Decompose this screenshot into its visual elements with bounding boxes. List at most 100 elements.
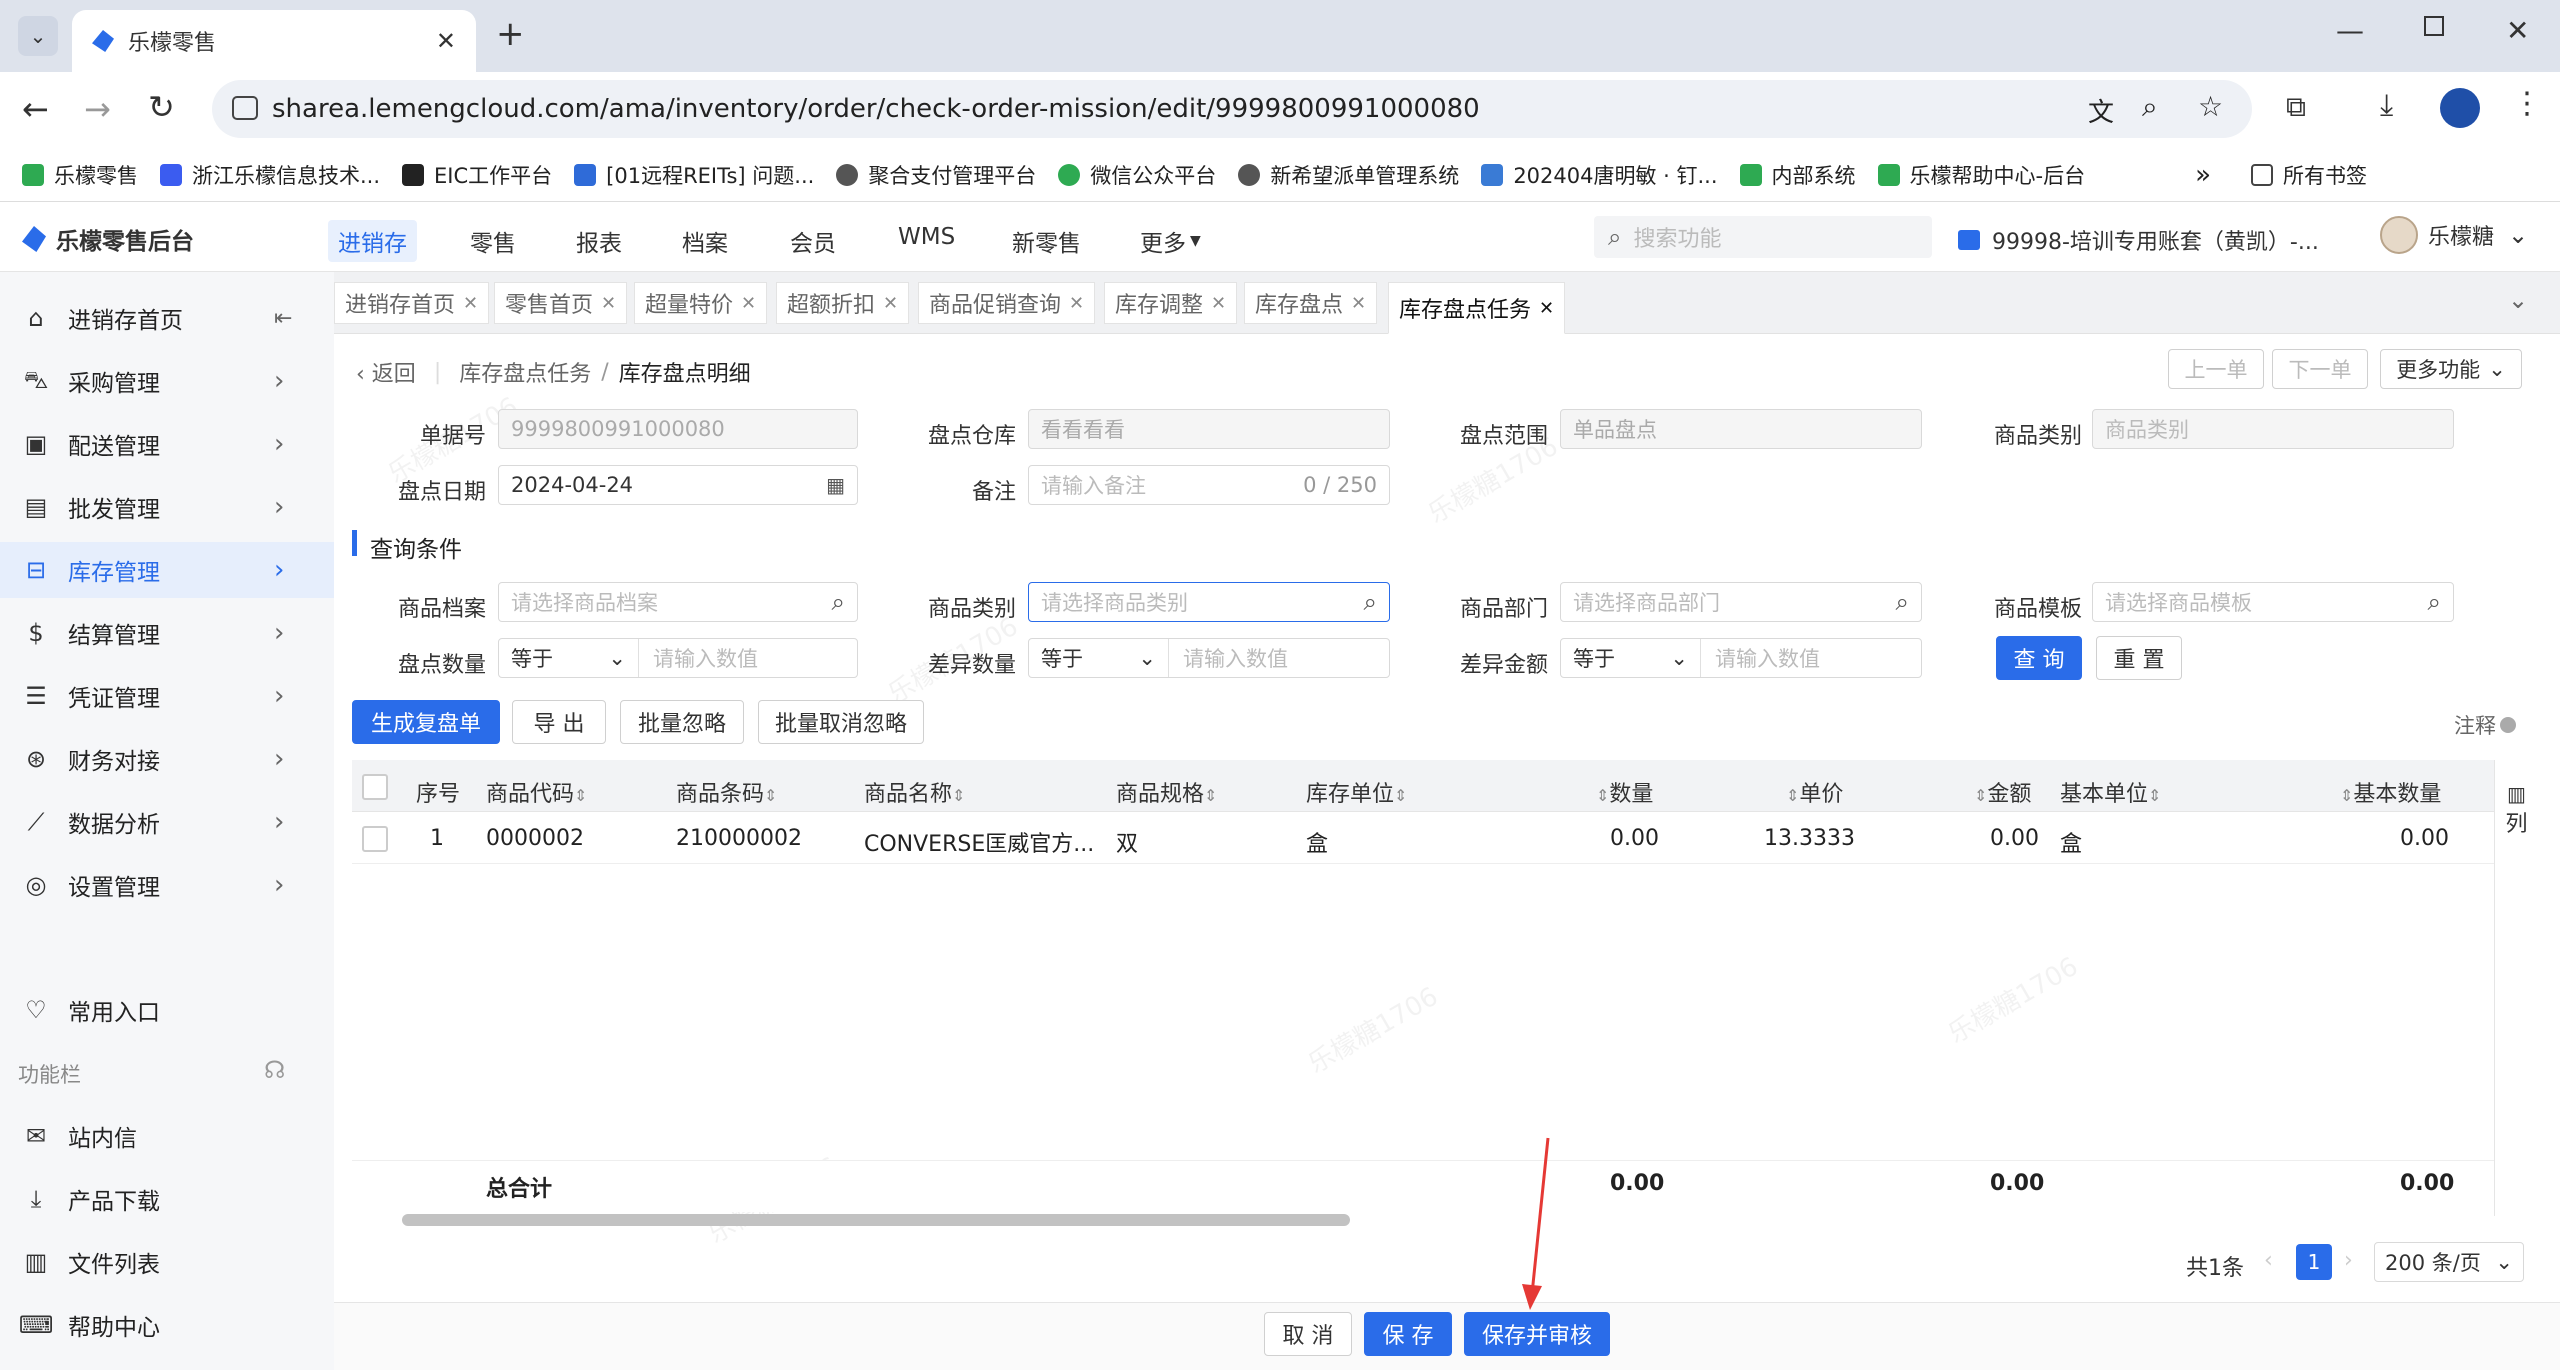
category-select[interactable]: 请选择商品类别 ⌕ xyxy=(1028,582,1390,622)
bookmark-item[interactable]: 内部系统 xyxy=(1739,160,1856,190)
save-and-audit-button[interactable]: 保存并审核 xyxy=(1464,1312,1610,1356)
sidebar-item-common[interactable]: ♡ 常用入口 xyxy=(0,982,334,1038)
bookmark-item[interactable]: 微信公众平台 xyxy=(1058,160,1216,190)
header-base-qty[interactable]: ⇕基本数量 xyxy=(2340,776,2441,808)
header-base-unit[interactable]: 基本单位⇕ xyxy=(2060,776,2161,808)
prev-order-button[interactable]: 上一单 xyxy=(2168,349,2264,389)
batch-unignore-button[interactable]: 批量取消忽略 xyxy=(758,700,924,744)
forward-icon[interactable]: → xyxy=(84,90,111,128)
browser-tab[interactable]: 乐檬零售 ✕ xyxy=(72,10,476,72)
page-tab[interactable]: 进销存首页 ✕ xyxy=(334,282,490,324)
diff-amount-value-input[interactable]: 请输入数值 xyxy=(1701,643,1820,673)
remark-input[interactable]: 请输入备注 0 / 250 xyxy=(1028,465,1390,505)
sidebar-item-files[interactable]: ▥ 文件列表 xyxy=(0,1234,334,1290)
prev-page-icon[interactable]: ‹ xyxy=(2264,1248,2273,1273)
header-price[interactable]: ⇕单价 xyxy=(1786,776,1843,808)
collapse-sidebar-icon[interactable]: ⇤ xyxy=(274,306,292,331)
extensions-icon[interactable]: ⧉ xyxy=(2286,90,2306,124)
restore-icon[interactable] xyxy=(2424,16,2444,36)
page-tab[interactable]: 超额折扣 ✕ xyxy=(776,282,910,324)
bookmark-item[interactable]: 新希望派单管理系统 xyxy=(1238,160,1459,190)
all-bookmarks[interactable]: 所有书签 xyxy=(2251,160,2367,190)
next-order-button[interactable]: 下一单 xyxy=(2272,349,2368,389)
more-functions-button[interactable]: 更多功能 ⌄ xyxy=(2380,349,2522,389)
user-menu[interactable]: 乐檬糖 ⌄ xyxy=(2380,216,2528,254)
bookmark-item[interactable]: EIC工作平台 xyxy=(402,160,552,190)
browser-menu-icon[interactable]: ⋮ xyxy=(2512,86,2542,121)
bookmark-item[interactable]: 浙江乐檬信息技术... xyxy=(160,160,380,190)
download-icon[interactable]: ⤓ xyxy=(2380,88,2393,123)
header-stock-unit[interactable]: 库存单位⇕ xyxy=(1306,776,1407,808)
sidebar-item-wholesale[interactable]: ▤ 批发管理 › xyxy=(0,479,334,535)
close-icon[interactable]: ✕ xyxy=(601,293,616,314)
page-tab[interactable]: 库存调整 ✕ xyxy=(1104,282,1238,324)
search-button[interactable]: 查 询 xyxy=(1996,636,2082,680)
zoom-icon[interactable]: ⌕ xyxy=(2142,90,2158,124)
date-picker[interactable]: 2024-04-24 ▦ xyxy=(498,465,858,505)
sidebar-item-inventory-home[interactable]: ⌂ 进销存首页 ⇤ xyxy=(0,290,334,346)
generate-recheck-button[interactable]: 生成复盘单 xyxy=(352,700,500,744)
qty-operator-select[interactable]: 等于 ⌄ xyxy=(499,639,639,677)
save-button[interactable]: 保 存 xyxy=(1364,1312,1452,1356)
headset-icon[interactable]: ☊ xyxy=(264,1056,285,1084)
reset-button[interactable]: 重 置 xyxy=(2096,636,2182,680)
sidebar-item-stock[interactable]: ⊟ 库存管理 › xyxy=(0,542,334,598)
nav-member[interactable]: 会员 xyxy=(780,220,846,262)
sidebar-item-voucher[interactable]: ☰ 凭证管理 › xyxy=(0,668,334,724)
sidebar-item-analysis[interactable]: ⟋ 数据分析 › xyxy=(0,794,334,850)
export-button[interactable]: 导 出 xyxy=(512,700,606,744)
note-toggle[interactable]: 注释 xyxy=(2454,710,2516,740)
nav-retail[interactable]: 零售 xyxy=(460,220,526,262)
cancel-button[interactable]: 取 消 xyxy=(1264,1312,1352,1356)
diff-qty-value-input[interactable]: 请输入数值 xyxy=(1169,643,1288,673)
order-no-field[interactable]: 9999800991000080 xyxy=(498,409,858,449)
bookmark-item[interactable]: [01远程REITs] 问题... xyxy=(574,160,814,190)
column-config[interactable]: ▥ 列 xyxy=(2494,760,2538,1216)
bookmark-item[interactable]: 乐檬帮助中心-后台 xyxy=(1877,160,2085,190)
nav-report[interactable]: 报表 xyxy=(566,220,632,262)
batch-ignore-button[interactable]: 批量忽略 xyxy=(620,700,744,744)
sidebar-item-purchase[interactable]: ⛍ 采购管理 › xyxy=(0,353,334,409)
new-tab-icon[interactable]: + xyxy=(496,14,525,54)
header-code[interactable]: 商品代码⇕ xyxy=(486,776,587,808)
dept-select[interactable]: 请选择商品部门 ⌕ xyxy=(1560,582,1922,622)
diff-amount-operator-select[interactable]: 等于 ⌄ xyxy=(1561,639,1701,677)
close-icon[interactable]: ✕ xyxy=(1539,298,1554,319)
nav-more[interactable]: 更多 ▼ xyxy=(1130,220,1211,262)
page-tab-active[interactable]: 库存盘点任务 ✕ xyxy=(1388,282,1566,334)
sidebar-item-settlement[interactable]: $ 结算管理 › xyxy=(0,605,334,661)
translate-icon[interactable]: 文 xyxy=(2088,92,2114,129)
horizontal-scrollbar[interactable] xyxy=(402,1214,1350,1226)
page-tab[interactable]: 商品促销查询 ✕ xyxy=(918,282,1096,324)
bookmark-item[interactable]: 聚合支付管理平台 xyxy=(836,160,1036,190)
reload-icon[interactable]: ↻ xyxy=(148,88,175,126)
window-close-icon[interactable]: ✕ xyxy=(2506,14,2529,47)
bookmark-star-icon[interactable]: ☆ xyxy=(2198,90,2223,123)
sidebar-item-settings[interactable]: ◎ 设置管理 › xyxy=(0,857,334,913)
close-icon[interactable]: ✕ xyxy=(463,293,478,314)
more-bookmarks-icon[interactable]: » xyxy=(2195,160,2211,190)
page-size-select[interactable]: 200 条/页 ⌄ xyxy=(2374,1242,2524,1282)
next-page-icon[interactable]: › xyxy=(2344,1248,2353,1273)
header-barcode[interactable]: 商品条码⇕ xyxy=(676,776,777,808)
qty-value-input[interactable]: 请输入数值 xyxy=(639,643,758,673)
table-row[interactable] xyxy=(352,812,2494,864)
close-icon[interactable]: ✕ xyxy=(1351,293,1366,314)
sidebar-item-messages[interactable]: ✉ 站内信 xyxy=(0,1108,334,1164)
address-bar[interactable]: sharea.lemengcloud.com/ama/inventory/ord… xyxy=(212,80,2252,138)
minimize-icon[interactable]: — xyxy=(2336,14,2364,47)
bookmark-item[interactable]: 202404唐明敏 · 钉... xyxy=(1481,160,1718,190)
tab-list-icon[interactable]: ⌄ xyxy=(18,16,58,56)
account-selector[interactable]: 99998-培训专用账套（黄凯）-... xyxy=(1958,224,2319,256)
select-all-checkbox[interactable] xyxy=(362,774,388,800)
bookmark-item[interactable]: 乐檬零售 xyxy=(22,160,138,190)
profile-avatar[interactable] xyxy=(2440,88,2480,128)
app-logo[interactable]: 乐檬零售后台 xyxy=(22,222,194,256)
sidebar-item-help[interactable]: ⌨ 帮助中心 xyxy=(0,1297,334,1353)
range-field[interactable]: 单品盘点 xyxy=(1560,409,1922,449)
sidebar-item-downloads[interactable]: ⤓ 产品下载 xyxy=(0,1171,334,1227)
site-info-icon[interactable] xyxy=(232,96,258,120)
tabs-dropdown-icon[interactable]: ⌄ xyxy=(2508,286,2528,314)
breadcrumb-parent[interactable]: 库存盘点任务 xyxy=(459,356,591,388)
page-tab[interactable]: 库存盘点 ✕ xyxy=(1244,282,1378,324)
